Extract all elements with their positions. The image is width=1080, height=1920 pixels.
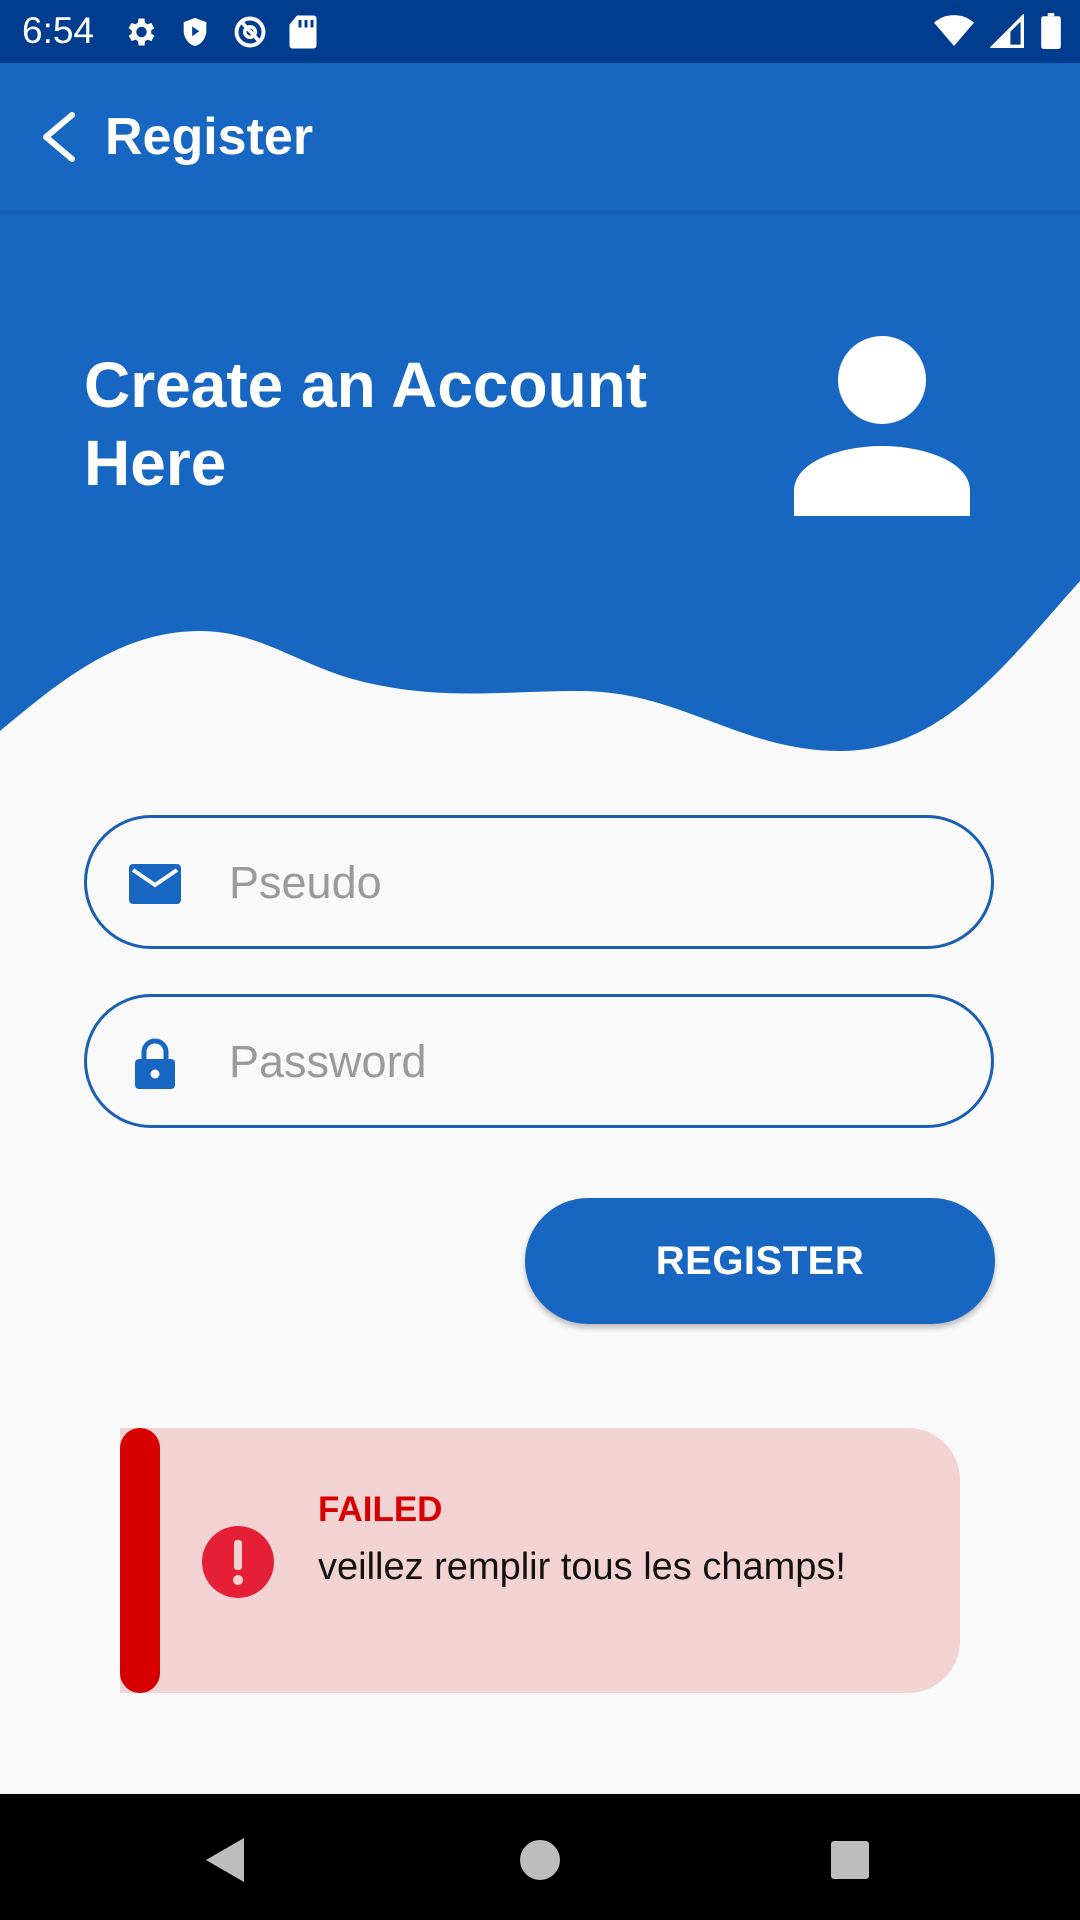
home-circle-icon[interactable]	[510, 1830, 570, 1890]
alert-message: veillez remplir tous les champs!	[318, 1546, 846, 1588]
at-sign-icon	[234, 16, 266, 48]
gear-icon	[128, 18, 155, 46]
back-triangle-icon[interactable]	[196, 1830, 256, 1890]
battery-icon	[1041, 13, 1061, 49]
chevron-left-icon[interactable]	[34, 107, 84, 167]
person-icon	[794, 336, 970, 516]
page-title: Register	[105, 108, 314, 166]
pseudo-input[interactable]	[227, 838, 951, 928]
wifi-icon	[934, 15, 974, 46]
hero-header: Create an Account Here	[0, 211, 1080, 751]
status-bar: 6:54	[0, 0, 1080, 63]
status-icons-left	[122, 13, 318, 51]
sd-card-icon	[289, 15, 317, 49]
register-button[interactable]: REGISTER	[525, 1198, 995, 1324]
shield-icon	[183, 17, 207, 47]
hero-title: Create an Account Here	[84, 349, 648, 499]
alert-title: FAILED	[318, 1490, 443, 1529]
password-field	[84, 994, 994, 1128]
navigation-bar	[0, 1794, 1080, 1920]
lock-icon	[135, 1038, 175, 1089]
status-icons-right	[934, 12, 1062, 50]
status-time: 6:54	[22, 10, 95, 51]
error-icon	[202, 1526, 274, 1598]
pseudo-field	[84, 815, 994, 949]
recents-square-icon[interactable]	[820, 1830, 880, 1890]
app-bar: Register	[0, 63, 1080, 211]
signal-icon	[990, 14, 1024, 48]
error-alert: FAILED veillez remplir tous les champs!	[120, 1428, 960, 1693]
alert-accent-bar	[120, 1428, 160, 1693]
password-input[interactable]	[227, 1017, 951, 1107]
mail-icon	[129, 864, 181, 904]
